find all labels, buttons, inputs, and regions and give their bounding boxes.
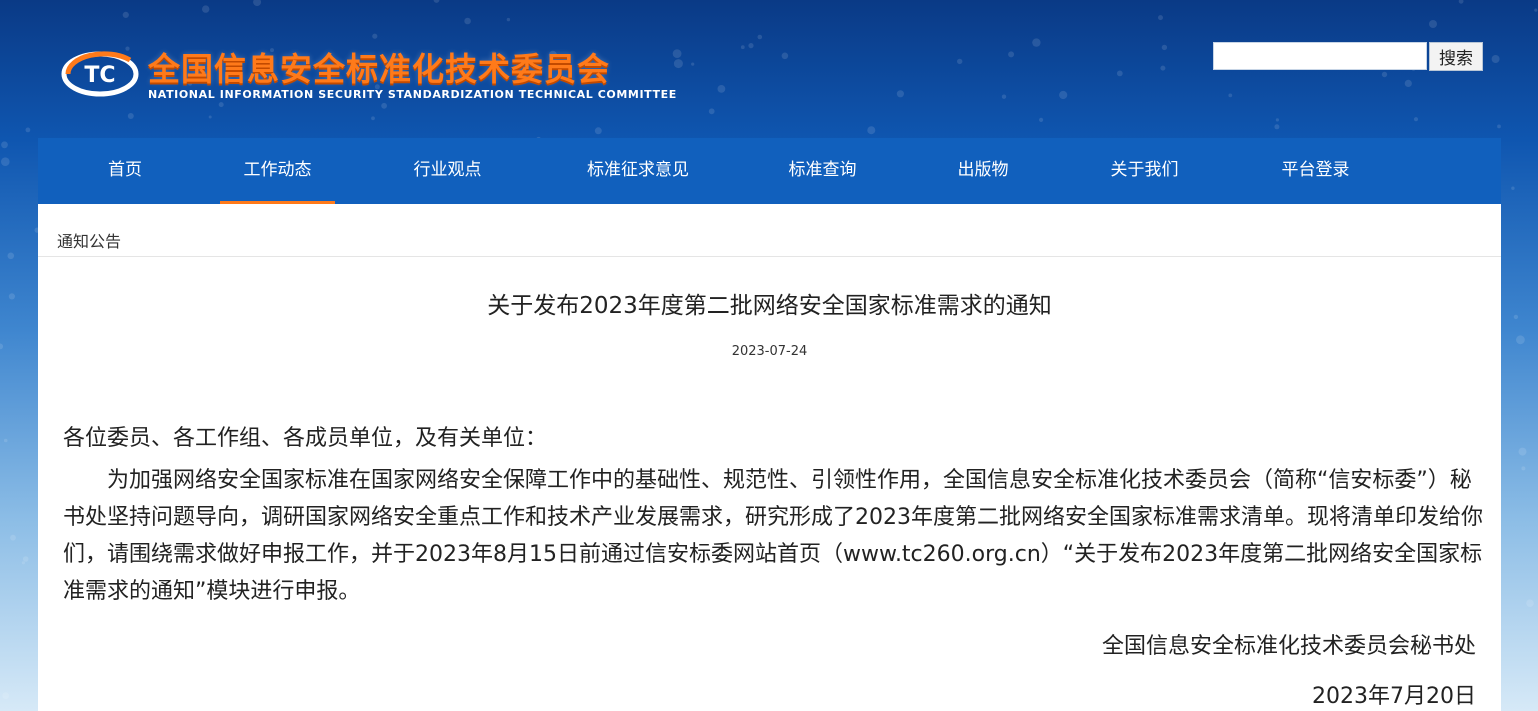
- background-dot: [7, 252, 15, 260]
- nav-item-work-news[interactable]: 工作动态: [220, 138, 335, 204]
- background-dot: [3, 438, 8, 443]
- background-dot: [1521, 466, 1526, 471]
- article-paragraph: 为加强网络安全国家标准在国家网络安全保障工作中的基础性、规范性、引领性作用，全国…: [63, 468, 1483, 604]
- nav-item-publications[interactable]: 出版物: [943, 138, 1023, 204]
- article-salutation: 各位委员、各工作组、各成员单位，及有关单位：: [63, 426, 548, 451]
- background-dot: [2, 692, 10, 700]
- search-bar: 搜索: [1213, 42, 1485, 72]
- tc-logo-icon: TC: [61, 51, 139, 97]
- background-dot: [1, 141, 8, 149]
- background-dot: [1526, 599, 1534, 607]
- nav-item-industry-views[interactable]: 行业观点: [400, 138, 495, 204]
- search-input[interactable]: [1213, 42, 1427, 70]
- content-panel: 通知公告 关于发布2023年度第二批网络安全国家标准需求的通知 2023-07-…: [38, 204, 1501, 711]
- nav-item-standard-search[interactable]: 标准查询: [775, 138, 870, 204]
- background-dot: [10, 534, 16, 541]
- nav-item-platform-login[interactable]: 平台登录: [1268, 138, 1363, 204]
- nav-item-about-us[interactable]: 关于我们: [1097, 138, 1192, 204]
- background-dot: [8, 293, 15, 300]
- background-dot: [22, 556, 29, 562]
- search-button[interactable]: 搜索: [1429, 42, 1483, 71]
- org-name-cn: 全国信息安全标准化技术委员会: [148, 50, 611, 88]
- article-date: 2023-07-24: [731, 344, 808, 359]
- breadcrumb: 通知公告: [38, 204, 1501, 257]
- main-nav: 首页 工作动态 行业观点 标准征求意见 标准查询 出版物 关于我们 平台登录: [38, 138, 1501, 204]
- breadcrumb-link-notices[interactable]: 通知公告: [57, 228, 121, 252]
- background-dot: [0, 343, 4, 350]
- background-dot: [1511, 186, 1515, 190]
- svg-text:TC: TC: [84, 63, 115, 88]
- site-logo[interactable]: TC 全国信息安全标准化技术委员会 NATIONAL INFORMATION S…: [60, 40, 700, 110]
- signature-date: 2023年7月20日: [1312, 684, 1476, 709]
- nav-item-standard-comments[interactable]: 标准征求意见: [573, 138, 703, 204]
- signature-org: 全国信息安全标准化技术委员会秘书处: [1101, 634, 1476, 659]
- background-dot: [1, 157, 10, 166]
- site-header: TC 全国信息安全标准化技术委员会 NATIONAL INFORMATION S…: [0, 0, 1538, 138]
- background-dot: [1516, 335, 1525, 345]
- background-dot: [1518, 447, 1527, 456]
- background-dot: [21, 561, 25, 565]
- background-dot: [1513, 314, 1519, 320]
- nav-item-home[interactable]: 首页: [90, 138, 160, 204]
- article-title: 关于发布2023年度第二批网络安全国家标准需求的通知: [487, 293, 1052, 319]
- org-name-en: NATIONAL INFORMATION SECURITY STANDARDIZ…: [148, 88, 677, 101]
